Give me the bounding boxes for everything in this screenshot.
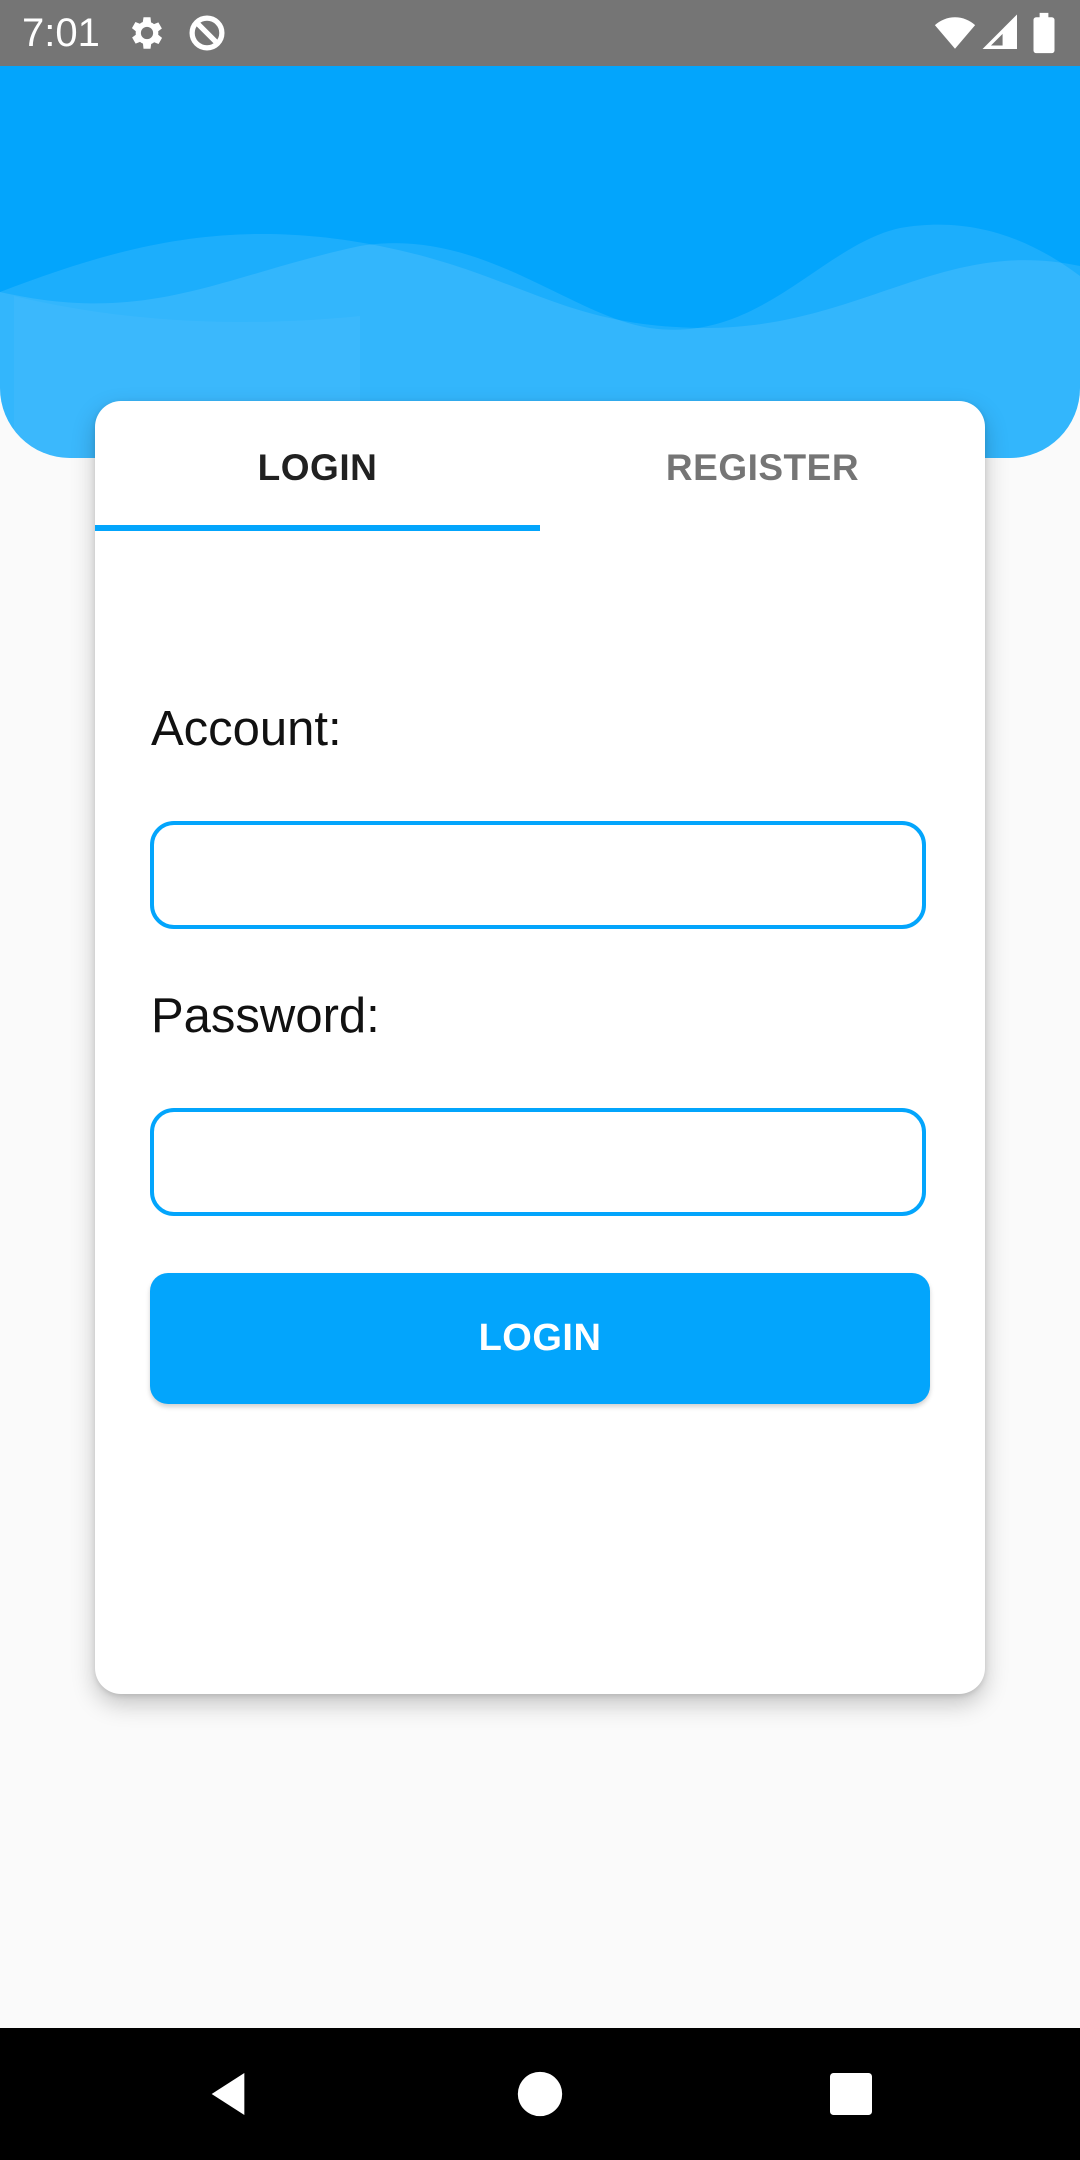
back-icon[interactable] [200, 2066, 256, 2122]
account-label: Account: [151, 702, 342, 756]
status-bar: 7:01 [0, 0, 1080, 66]
data-saver-icon [186, 12, 228, 54]
account-input[interactable] [150, 821, 926, 929]
cell-signal-icon [982, 12, 1020, 54]
battery-icon [1030, 12, 1058, 54]
recents-icon[interactable] [823, 2066, 879, 2122]
status-time: 7:01 [22, 11, 100, 55]
navigation-bar [0, 2028, 1080, 2160]
password-input[interactable] [150, 1108, 926, 1216]
tab-register[interactable]: REGISTER [540, 401, 985, 534]
login-button[interactable]: LOGIN [150, 1273, 930, 1404]
home-icon[interactable] [512, 2066, 568, 2122]
password-label: Password: [151, 989, 380, 1043]
header-wave-banner [0, 66, 1080, 458]
tab-indicator [95, 525, 540, 531]
wifi-icon [932, 12, 978, 54]
screen: 7:01 LOGIN REGISTER Account: Password: L… [0, 0, 1080, 2160]
wave-decoration [0, 224, 1080, 458]
tab-bar: LOGIN REGISTER [95, 401, 985, 534]
auth-card: LOGIN REGISTER Account: Password: LOGIN [95, 401, 985, 1694]
tab-login[interactable]: LOGIN [95, 401, 540, 534]
settings-gear-icon [126, 12, 168, 54]
